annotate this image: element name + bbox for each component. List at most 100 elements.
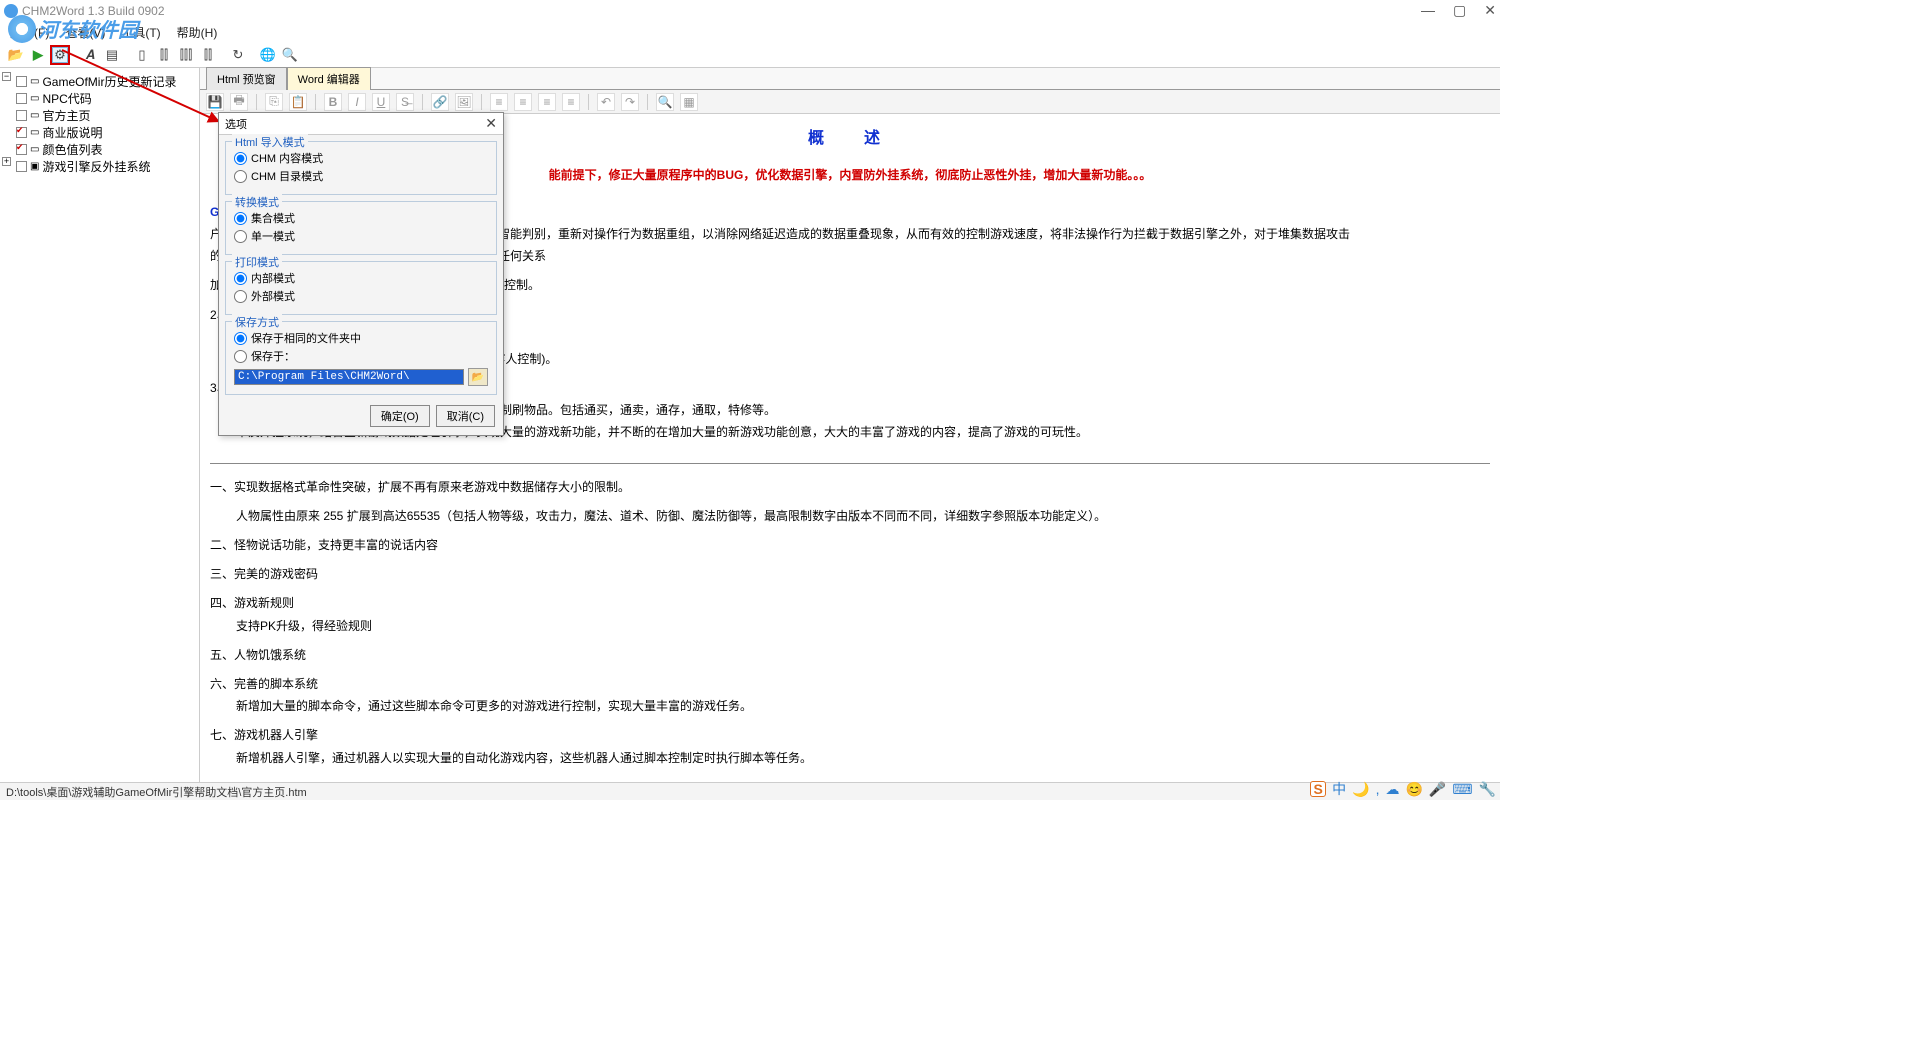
toolbar: 📂 ▶ ⚙ 𝑨 ▤ ▯ ⫿⫿ ⫿⫿⫿ ⫿⫿ ↻ 🌐 🔍 (0, 42, 1500, 68)
tree-item[interactable]: ▭官方主页 (2, 107, 197, 123)
bold-icon[interactable]: B (324, 93, 342, 111)
align-right-icon[interactable]: ≡ (538, 93, 556, 111)
copy-icon[interactable]: ⎘ (265, 93, 283, 111)
checkbox[interactable] (16, 161, 27, 172)
save-path-input[interactable] (234, 369, 464, 385)
checkbox[interactable] (16, 93, 27, 104)
print-icon[interactable]: 🖶 (230, 93, 248, 111)
status-path: D:\tools\桌面\游戏辅助GameOfMir引擎帮助文档\官方主页.htm (6, 787, 307, 799)
page-icon: ▭ (30, 93, 39, 104)
menubar: 文件(F) 查看(V) 工具(T) 帮助(H) (0, 22, 1500, 42)
cancel-button[interactable]: 取消(C) (436, 405, 495, 427)
tray-icon[interactable]: 中 (1332, 779, 1346, 799)
paste-icon[interactable]: 📋 (289, 93, 307, 111)
tree-label: 官方主页 (42, 107, 90, 124)
page-icon: ▭ (30, 127, 39, 138)
doc-text: 二、怪物说话功能，支持更丰富的说话内容 (210, 536, 1490, 555)
save-icon[interactable]: 💾 (206, 93, 224, 111)
dialog-close-icon[interactable]: ✕ (485, 115, 497, 132)
col1-icon[interactable]: ▯ (132, 45, 152, 65)
radio-single[interactable]: 单一模式 (234, 228, 488, 244)
checkbox[interactable] (16, 127, 27, 138)
ok-button[interactable]: 确定(O) (370, 405, 430, 427)
editor-toolbar: 💾 🖶 ⎘ 📋 B I U S̶ 🔗 🖼 ≡ ≡ ≡ ≡ ↶ ↷ 🔍 ▦ (200, 90, 1500, 114)
align-justify-icon[interactable]: ≡ (562, 93, 580, 111)
group-import-mode: Html 导入模式 CHM 内容模式 CHM 目录模式 (225, 141, 497, 195)
radio-chm-content[interactable]: CHM 内容模式 (234, 150, 488, 166)
radio-collection[interactable]: 集合模式 (234, 210, 488, 226)
doc-text: 一、实现数据格式革命性突破，扩展不再有原来老游戏中数据储存大小的限制。 (210, 478, 1490, 497)
dialog-titlebar: 选项 ✕ (219, 113, 503, 135)
browse-button[interactable]: 📂 (468, 368, 488, 386)
italic-icon[interactable]: I (348, 93, 366, 111)
link-icon[interactable]: 🔗 (431, 93, 449, 111)
titlebar: CHM2Word 1.3 Build 0902 — ▢ ✕ (0, 0, 1500, 22)
menu-view[interactable]: 查看(V) (61, 22, 109, 43)
col2-icon[interactable]: ⫿⫿ (154, 45, 174, 65)
undo-icon[interactable]: ↶ (597, 93, 615, 111)
tab-bar: Html 预览窗 Word 编辑器 (200, 68, 1500, 90)
minimize-button[interactable]: — (1421, 2, 1435, 19)
statusbar: D:\tools\桌面\游戏辅助GameOfMir引擎帮助文档\官方主页.htm (0, 782, 1500, 800)
expand-node[interactable]: + (2, 157, 11, 166)
tray-icon[interactable]: 😊 (1405, 781, 1422, 798)
align-center-icon[interactable]: ≡ (514, 93, 532, 111)
refresh-icon[interactable]: ↻ (228, 45, 248, 65)
radio-chm-toc[interactable]: CHM 目录模式 (234, 168, 488, 184)
radio-save-to[interactable]: 保存于： (234, 348, 488, 364)
find-icon[interactable]: 🔍 (656, 93, 674, 111)
dialog-title: 选项 (225, 116, 247, 132)
col3-icon[interactable]: ⫿⫿⫿ (176, 45, 196, 65)
tray-icon[interactable]: 🎤 (1429, 781, 1446, 798)
underline-icon[interactable]: U (372, 93, 390, 111)
globe-icon[interactable]: 🌐 (258, 45, 278, 65)
play-icon[interactable]: ▶ (28, 45, 48, 65)
maximize-button[interactable]: ▢ (1453, 2, 1466, 19)
doc-text: 三、完美的游戏密码 (210, 565, 1490, 584)
search-icon[interactable]: 🔍 (280, 45, 300, 65)
checkbox[interactable] (16, 110, 27, 121)
page-icon: ▭ (30, 110, 39, 121)
tray-icon[interactable]: 🔧 (1479, 781, 1496, 798)
tree-item[interactable]: ▭颜色值列表 (2, 141, 197, 157)
tab-preview[interactable]: Html 预览窗 (206, 67, 287, 90)
font-icon[interactable]: 𝑨 (80, 45, 100, 65)
radio-external[interactable]: 外部模式 (234, 288, 488, 304)
image-icon[interactable]: 🖼 (455, 93, 473, 111)
tab-editor[interactable]: Word 编辑器 (287, 67, 371, 90)
checkbox[interactable] (16, 144, 27, 155)
options-dialog: 选项 ✕ Html 导入模式 CHM 内容模式 CHM 目录模式 转换模式 集合… (218, 112, 504, 436)
strike-icon[interactable]: S̶ (396, 93, 414, 111)
menu-tools[interactable]: 工具(T) (117, 22, 164, 43)
tray-icon[interactable]: ☁ (1385, 781, 1399, 798)
col4-icon[interactable]: ⫿⫿ (198, 45, 218, 65)
tray-icon[interactable]: , (1376, 781, 1380, 797)
tree-label: NPC代码 (42, 90, 91, 107)
group-print-mode: 打印模式 内部模式 外部模式 (225, 261, 497, 315)
layout-icon[interactable]: ▤ (102, 45, 122, 65)
tree-item[interactable]: ▭GameOfMir历史更新记录 (2, 73, 197, 89)
align-left-icon[interactable]: ≡ (490, 93, 508, 111)
table-icon[interactable]: ▦ (680, 93, 698, 111)
menu-help[interactable]: 帮助(H) (173, 22, 222, 43)
radio-same-folder[interactable]: 保存于相同的文件夹中 (234, 330, 488, 346)
ime-icon[interactable]: S (1310, 781, 1326, 797)
legend: 转换模式 (232, 194, 282, 210)
checkbox[interactable] (16, 76, 27, 87)
tray-icon[interactable]: 🌙 (1352, 781, 1369, 798)
redo-icon[interactable]: ↷ (621, 93, 639, 111)
expand-root[interactable]: − (2, 72, 11, 81)
open-icon[interactable]: 📂 (6, 45, 26, 65)
tree-label: GameOfMir历史更新记录 (42, 73, 176, 90)
menu-file[interactable]: 文件(F) (6, 22, 53, 43)
close-button[interactable]: ✕ (1484, 2, 1496, 19)
tree-item[interactable]: ▭NPC代码 (2, 90, 197, 106)
tray-icon[interactable]: ⌨ (1452, 781, 1472, 798)
radio-internal[interactable]: 内部模式 (234, 270, 488, 286)
doc-text: 七、游戏机器人引擎 (210, 726, 1490, 745)
app-title: CHM2Word 1.3 Build 0902 (22, 4, 165, 18)
tree-item[interactable]: ▣游戏引擎反外挂系统 (2, 158, 197, 174)
tree-item[interactable]: ▭商业版说明 (2, 124, 197, 140)
page-icon: ▭ (30, 144, 39, 155)
options-button-highlighted[interactable]: ⚙ (50, 45, 70, 65)
